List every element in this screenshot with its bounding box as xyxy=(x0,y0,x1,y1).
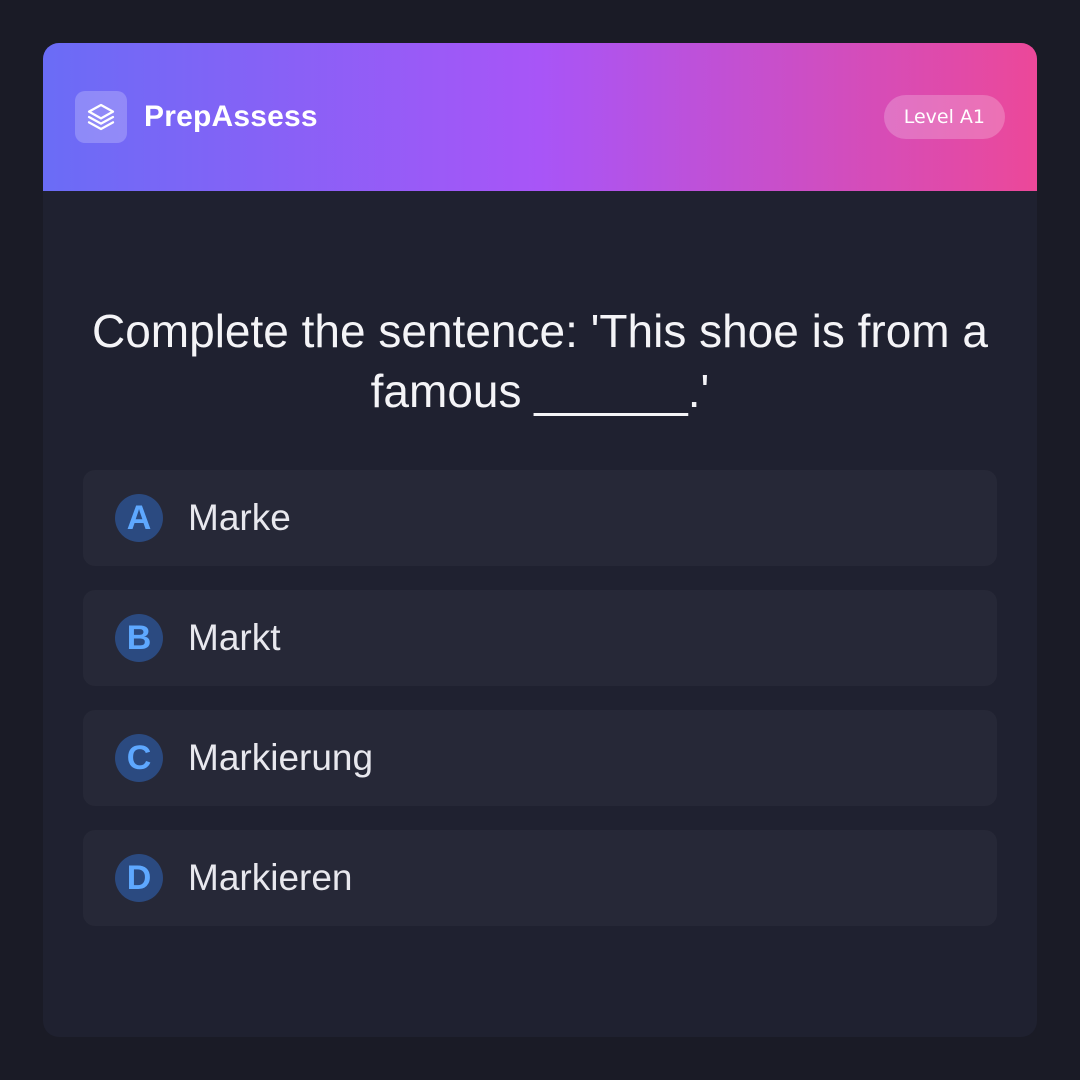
option-b[interactable]: B Markt xyxy=(83,590,997,686)
option-label: Markierung xyxy=(188,737,374,778)
app-logo xyxy=(75,91,127,143)
option-a[interactable]: A Marke xyxy=(83,470,997,566)
question-text: Complete the sentence: 'This shoe is fro… xyxy=(92,305,988,417)
option-label: Markt xyxy=(188,617,281,658)
app-name: PrepAssess xyxy=(144,100,318,133)
answer-options: A Marke B Markt C Markierung D Markieren xyxy=(83,470,997,950)
option-label: Marke xyxy=(188,497,291,538)
option-letter-badge: C xyxy=(115,734,163,782)
level-badge: Level A1 xyxy=(883,95,1005,139)
option-c[interactable]: C Markierung xyxy=(83,710,997,806)
layers-icon xyxy=(85,101,117,133)
option-letter-badge: B xyxy=(115,614,163,662)
quiz-card: PrepAssess Level A1 Complete the sentenc… xyxy=(43,43,1037,1037)
option-d[interactable]: D Markieren xyxy=(83,830,997,926)
option-label: Markieren xyxy=(188,857,353,898)
option-letter-badge: D xyxy=(115,854,163,902)
option-letter-badge: A xyxy=(115,494,163,542)
header: PrepAssess Level A1 xyxy=(43,43,1037,191)
